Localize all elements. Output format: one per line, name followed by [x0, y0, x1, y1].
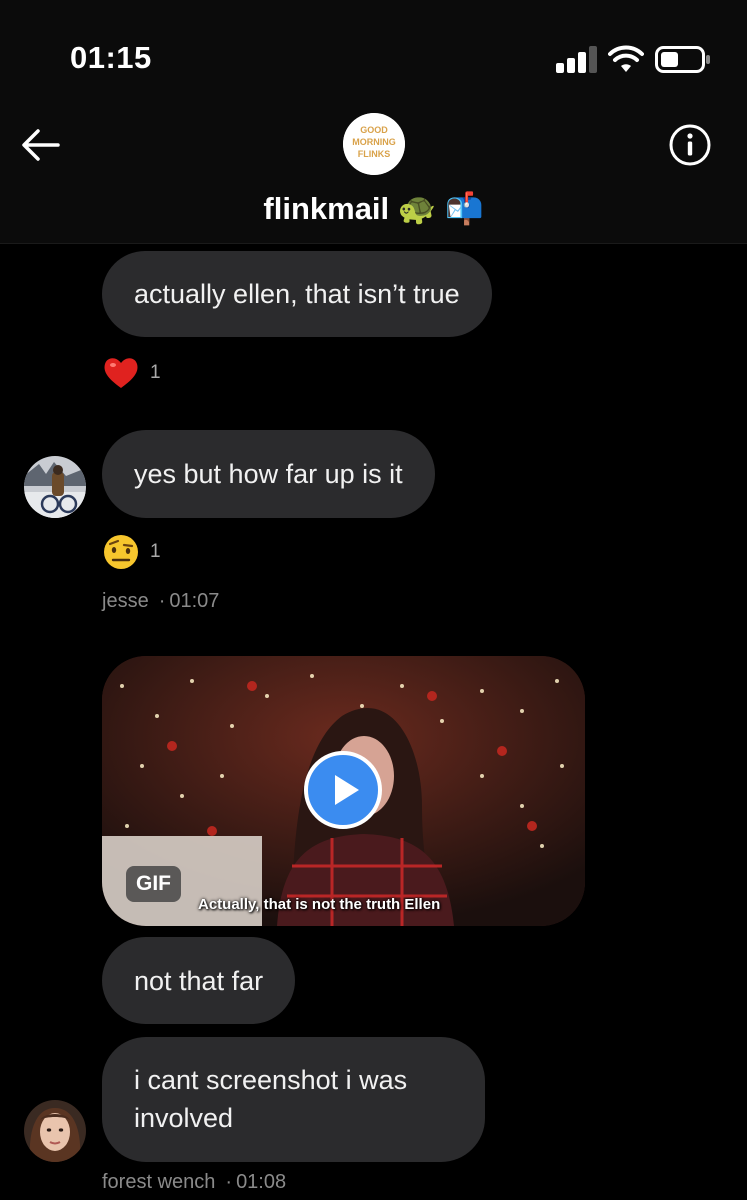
group-avatar[interactable]: GOOD MORNING FLINKS [343, 113, 405, 175]
battery-icon [655, 46, 710, 73]
svg-text:FLINKS: FLINKS [358, 149, 391, 159]
message-text: i cant screenshot i was involved [134, 1065, 408, 1133]
chat-header: GOOD MORNING FLINKS flinkmail 🐢 📬 [0, 110, 747, 244]
message-bubble[interactable]: i cant screenshot i was involved [102, 1037, 485, 1162]
play-button[interactable] [304, 751, 382, 829]
message-time: 01:07 [169, 590, 220, 612]
play-icon [335, 775, 359, 805]
gif-caption: Actually, that is not the truth Ellen [198, 896, 441, 913]
message-text: not that far [134, 966, 264, 996]
message-bubble[interactable]: yes but how far up is it [102, 430, 435, 518]
heart-emoji-icon [104, 358, 138, 388]
message-reaction[interactable]: 1 [102, 354, 161, 392]
raised-eyebrow-emoji-icon [104, 535, 138, 569]
back-arrow-icon[interactable] [20, 128, 62, 162]
status-time: 01:15 [70, 40, 152, 75]
jesse-avatar[interactable] [24, 456, 86, 518]
message-meta: jesse · 01:07 [102, 590, 220, 612]
forest-wench-avatar[interactable] [24, 1100, 86, 1162]
svg-text:MORNING: MORNING [352, 137, 396, 147]
message-meta: forest wench · 01:08 [102, 1171, 287, 1193]
status-bar: 01:15 [0, 0, 747, 110]
group-avatar-logo: GOOD MORNING FLINKS [343, 113, 405, 175]
sender-name: forest wench [102, 1171, 216, 1193]
gif-message[interactable]: GIF Actually, that is not the truth Elle… [102, 656, 585, 926]
info-icon[interactable] [668, 123, 712, 167]
message-time: 01:08 [236, 1171, 287, 1193]
message-text: actually ellen, that isn’t true [134, 279, 460, 309]
reaction-count: 1 [150, 541, 161, 562]
gif-badge: GIF [126, 866, 181, 902]
group-name[interactable]: flinkmail 🐢 📬 [0, 190, 747, 227]
sender-name: jesse [102, 590, 149, 612]
message-text: yes but how far up is it [134, 459, 403, 489]
cellular-signal-icon [556, 45, 598, 73]
reaction-count: 1 [150, 362, 161, 383]
wifi-icon [608, 45, 644, 72]
message-reaction[interactable]: 1 [102, 533, 161, 571]
message-bubble[interactable]: not that far [102, 937, 296, 1024]
svg-text:GOOD: GOOD [360, 125, 388, 135]
message-bubble[interactable]: actually ellen, that isn’t true [102, 251, 492, 337]
